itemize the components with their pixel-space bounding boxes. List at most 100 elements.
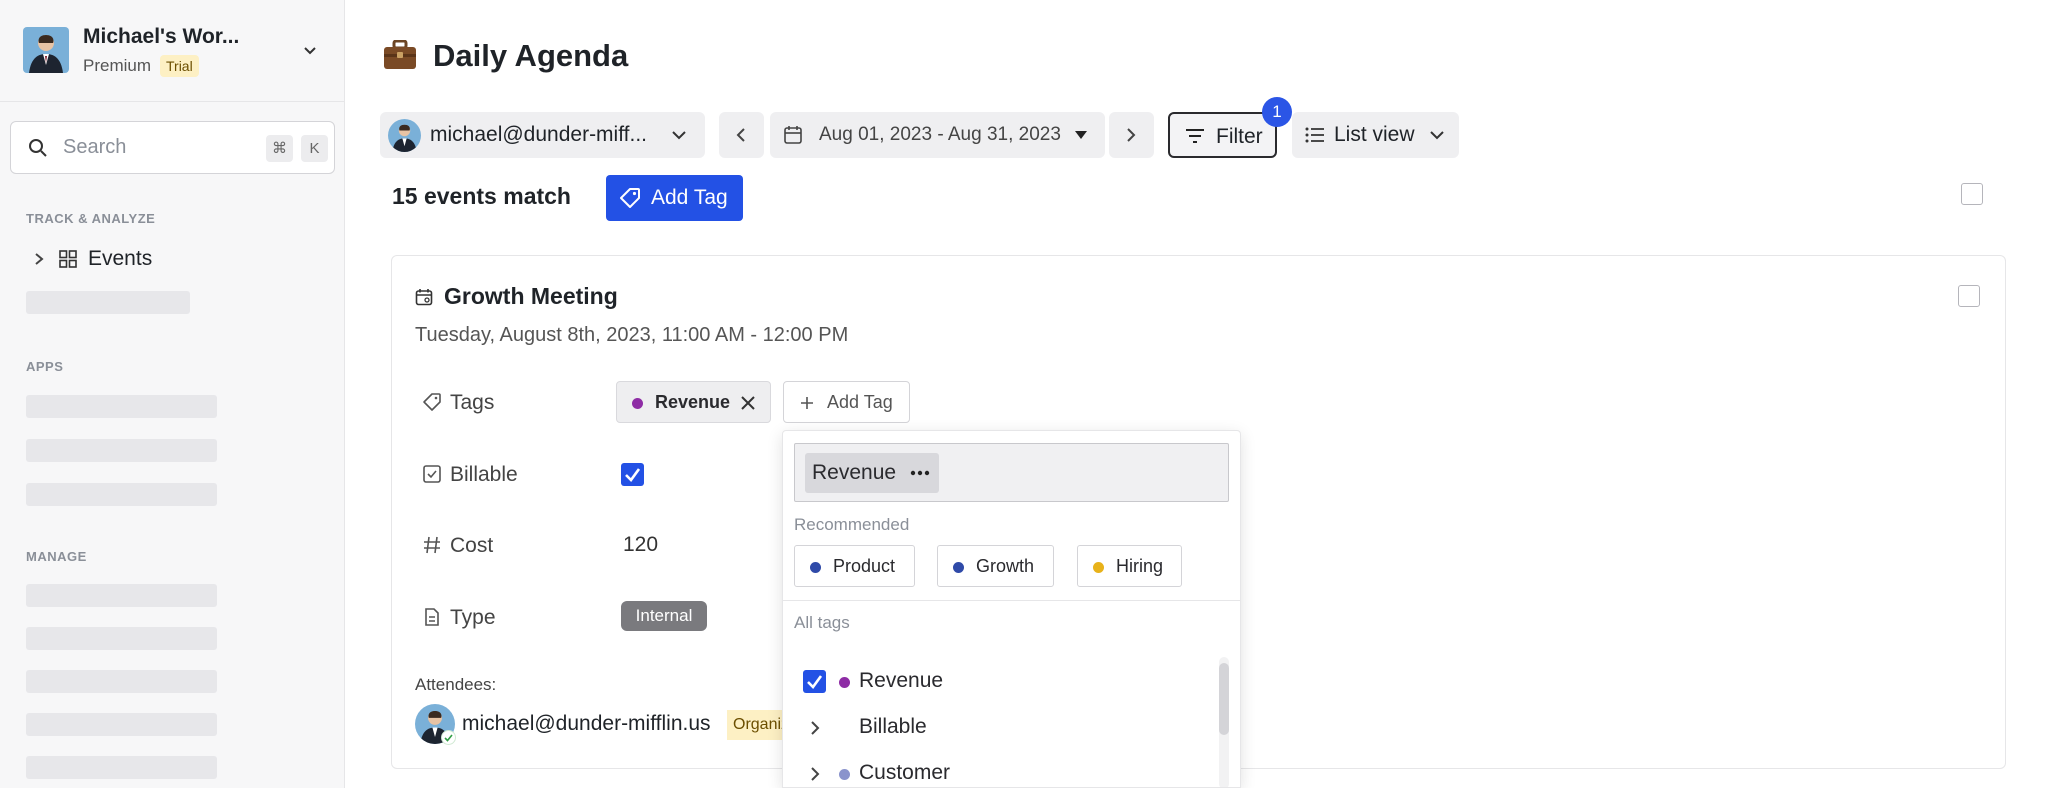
selected-tag-token[interactable]: Revenue <box>805 453 939 493</box>
add-tag-inline-button[interactable]: Add Tag <box>783 381 910 423</box>
tag-color-dot <box>810 562 821 573</box>
tag-color-dot <box>632 398 643 409</box>
cost-label: Cost <box>450 534 494 557</box>
loading-placeholder <box>26 713 217 736</box>
sidebar: Michael's Wor... Premium Trial Search ⌘ … <box>0 0 345 788</box>
tag-option-revenue[interactable]: Revenue <box>803 667 1203 697</box>
checkbox-icon <box>423 465 441 483</box>
more-icon[interactable] <box>910 470 930 476</box>
tag-option-checkbox[interactable] <box>803 670 826 693</box>
chevron-right-icon <box>35 253 44 265</box>
hash-icon <box>424 536 440 554</box>
billable-label: Billable <box>450 463 518 486</box>
organizer-badge: Organizer <box>727 710 787 740</box>
tag-chip-label: Revenue <box>655 392 731 412</box>
loading-placeholder <box>26 483 217 506</box>
filter-button[interactable]: Filter <box>1168 112 1277 158</box>
recommended-tag-growth[interactable]: Growth <box>937 545 1054 587</box>
event-datetime: Tuesday, August 8th, 2023, 11:00 AM - 12… <box>415 324 849 346</box>
loading-placeholder <box>26 395 217 418</box>
tag-option-customer[interactable]: Customer <box>803 759 1203 787</box>
loading-placeholder <box>26 627 217 650</box>
next-period-button[interactable] <box>1109 112 1154 158</box>
workspace-plan: Premium <box>83 56 152 75</box>
list-icon <box>1305 127 1324 143</box>
section-track-analyze: TRACK & ANALYZE <box>26 211 156 226</box>
plus-icon <box>801 397 813 409</box>
select-all-checkbox[interactable] <box>1961 183 1983 205</box>
date-range-picker[interactable]: Aug 01, 2023 - Aug 31, 2023 <box>770 112 1105 158</box>
search-icon <box>29 139 47 157</box>
sidebar-item-events[interactable]: Events <box>28 246 228 272</box>
check-icon <box>807 675 823 689</box>
tag-chip-revenue[interactable]: Revenue <box>616 381 771 423</box>
chevron-right-icon[interactable] <box>809 766 821 782</box>
add-tag-button[interactable]: Add Tag <box>606 175 743 221</box>
caret-down-icon <box>1075 131 1087 139</box>
chevron-down-icon <box>304 47 316 55</box>
tag-search-input[interactable]: Revenue <box>794 443 1229 502</box>
prev-period-button[interactable] <box>719 112 764 158</box>
section-manage: MANAGE <box>26 549 87 564</box>
view-selector[interactable]: List view <box>1292 112 1459 158</box>
tag-dropdown: Revenue Recommended Product Growth Hirin… <box>782 430 1241 788</box>
scrollbar-thumb[interactable] <box>1219 663 1229 735</box>
recommended-label: Recommended <box>794 515 910 534</box>
user-select-value: michael@dunder-miff... <box>430 123 648 146</box>
sidebar-item-events-label: Events <box>88 247 153 270</box>
chevron-right-icon[interactable] <box>809 720 821 736</box>
tag-option-billable[interactable]: Billable <box>803 713 1203 743</box>
document-icon <box>425 608 439 626</box>
tag-icon <box>620 188 640 208</box>
page-title: Daily Agenda <box>433 38 629 73</box>
check-icon <box>625 468 641 482</box>
recommended-tag-label: Hiring <box>1116 556 1164 576</box>
filter-icon <box>1186 129 1204 143</box>
recommended-tag-hiring[interactable]: Hiring <box>1077 545 1182 587</box>
filter-count-badge: 1 <box>1262 97 1292 127</box>
attendee-email: michael@dunder-mifflin.us <box>462 712 711 735</box>
tag-color-dot <box>1093 562 1104 573</box>
loading-placeholder <box>26 670 217 693</box>
user-select[interactable]: michael@dunder-miff... <box>380 112 705 158</box>
recommended-tag-label: Product <box>833 556 896 576</box>
trial-badge: Trial <box>160 55 199 77</box>
tag-color-dot <box>839 769 850 780</box>
search-input[interactable]: Search ⌘ K <box>10 121 335 174</box>
user-avatar <box>388 119 421 152</box>
grid-icon <box>59 250 77 268</box>
calendar-icon <box>784 126 802 144</box>
selected-tag-label: Revenue <box>812 461 897 484</box>
tag-icon <box>423 393 441 411</box>
billable-checkbox[interactable] <box>621 463 644 486</box>
shortcut-cmd-key: ⌘ <box>266 135 293 162</box>
event-select-checkbox[interactable] <box>1958 285 1980 307</box>
briefcase-icon <box>384 40 416 69</box>
cost-value[interactable]: 120 <box>623 533 658 557</box>
loading-placeholder <box>26 439 217 462</box>
tag-color-dot <box>839 677 850 688</box>
workspace-name: Michael's Wor... <box>83 25 240 48</box>
events-match-count: 15 events match <box>392 183 571 209</box>
loading-placeholder <box>26 756 217 779</box>
all-tags-label: All tags <box>794 613 850 632</box>
date-range-value: Aug 01, 2023 - Aug 31, 2023 <box>819 124 1061 145</box>
view-selector-label: List view <box>1334 123 1415 146</box>
workspace-switcher[interactable]: Michael's Wor... Premium Trial <box>0 0 344 102</box>
workspace-avatar <box>23 27 69 73</box>
accepted-status-icon <box>441 730 456 745</box>
tags-label: Tags <box>450 391 495 414</box>
recommended-tag-product[interactable]: Product <box>794 545 915 587</box>
divider <box>783 600 1240 601</box>
tag-option-label: Revenue <box>859 669 944 692</box>
section-apps: APPS <box>26 359 64 374</box>
type-badge[interactable]: Internal <box>621 601 707 631</box>
close-icon[interactable] <box>740 395 756 411</box>
tag-option-label: Billable <box>859 715 927 738</box>
tag-color-dot <box>953 562 964 573</box>
filter-label: Filter <box>1216 125 1263 148</box>
calendar-event-icon <box>415 289 433 306</box>
recommended-tag-label: Growth <box>976 556 1035 576</box>
type-label: Type <box>450 606 496 629</box>
event-title[interactable]: Growth Meeting <box>444 283 618 310</box>
